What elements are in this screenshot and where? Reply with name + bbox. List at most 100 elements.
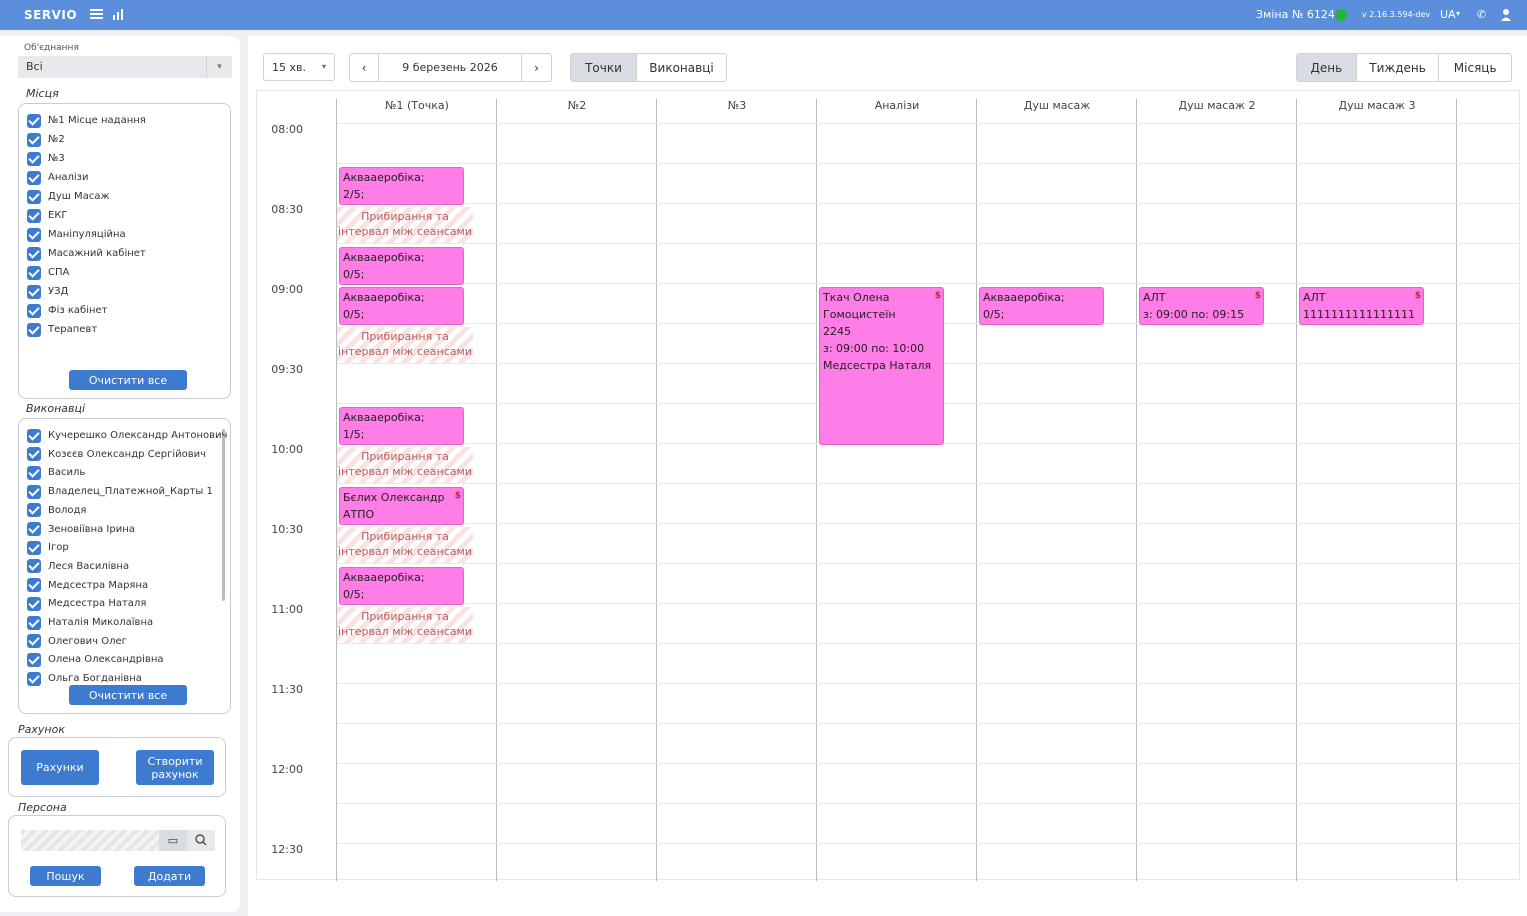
performer-item[interactable]: Леся Василівна [27, 557, 129, 576]
shift-number[interactable]: № 6124 [1292, 8, 1335, 21]
checkbox-checked-icon[interactable] [27, 189, 41, 204]
prev-date-button[interactable]: ‹ [350, 54, 379, 81]
performer-item[interactable]: Олена Олександрівна [27, 650, 163, 669]
place-item[interactable]: Аналізи [27, 168, 89, 187]
checkbox-checked-icon[interactable] [27, 559, 41, 574]
performer-item[interactable]: Наталія Миколаївна [27, 613, 153, 632]
search-icon[interactable] [187, 830, 215, 851]
view-day-tab[interactable]: День [1297, 54, 1357, 81]
checkbox-checked-icon[interactable] [27, 132, 41, 147]
appointment-event[interactable]: Аквааеробіка; 2/5; [339, 167, 464, 205]
place-item[interactable]: Маніпуляційна [27, 225, 126, 244]
clear-places-button[interactable]: Очистити все [69, 370, 187, 390]
checkbox-checked-icon[interactable] [27, 634, 41, 649]
performer-item[interactable]: Зеновіївна Ірина [27, 520, 135, 539]
row-line [337, 283, 1520, 284]
checkbox-checked-icon[interactable] [27, 596, 41, 611]
checkbox-checked-icon[interactable] [27, 540, 41, 555]
performers-scrollbar[interactable] [222, 429, 225, 601]
performer-item-label: Наталія Миколаївна [48, 617, 154, 628]
checkbox-checked-icon[interactable] [27, 322, 41, 337]
chevron-down-icon: ▾ [206, 56, 232, 78]
place-item[interactable]: Терапевт [27, 320, 97, 339]
menu-icon[interactable] [90, 8, 103, 20]
checkbox-checked-icon[interactable] [27, 246, 41, 261]
checkbox-checked-icon[interactable] [27, 465, 41, 480]
place-item[interactable]: №1 Місце надання [27, 111, 146, 130]
appointment-event[interactable]: Бєлих Олександр АТПО $ [339, 487, 464, 525]
time-label: 09:30 [271, 363, 303, 376]
place-item[interactable]: №3 [27, 149, 65, 168]
time-label: 10:00 [271, 443, 303, 456]
place-item[interactable]: УЗД [27, 282, 68, 301]
appointment-event[interactable]: Аквааеробіка; 0/5; [979, 287, 1104, 325]
performer-item[interactable]: Олегович Олег [27, 632, 127, 651]
union-label: Об'єднання [24, 43, 79, 53]
checkbox-checked-icon[interactable] [27, 447, 41, 462]
sidebar: Об'єднання Всі ▾ Місця Очистити все №1 М… [0, 36, 240, 912]
phone-icon[interactable]: ✆ [1477, 8, 1486, 21]
add-button[interactable]: Додати [134, 866, 205, 886]
performer-item[interactable]: Владелец_Платежной_Карты 1 [27, 482, 213, 501]
cleaning-text: Прибирання та [361, 330, 449, 343]
checkbox-checked-icon[interactable] [27, 170, 41, 185]
checkbox-checked-icon[interactable] [27, 208, 41, 223]
create-account-button[interactable]: Створити рахунок [136, 750, 214, 785]
column-header: №1 (Точка) [385, 99, 449, 112]
checkbox-checked-icon[interactable] [27, 303, 41, 318]
place-item-label: Масажний кабінет [48, 248, 146, 259]
checkbox-checked-icon[interactable] [27, 652, 41, 667]
mode-points-tab[interactable]: Точки [571, 54, 637, 81]
checkbox-checked-icon[interactable] [27, 428, 41, 443]
place-item[interactable]: Фіз кабінет [27, 301, 108, 320]
place-item[interactable]: Душ Масаж [27, 187, 109, 206]
appointment-event[interactable]: Аквааеробіка; 1/5; [339, 407, 464, 445]
appointment-event[interactable]: Аквааеробіка; 0/5; [339, 567, 464, 605]
interval-select[interactable]: 15 хв. ▾ [263, 53, 335, 81]
place-item[interactable]: №2 [27, 130, 65, 149]
checkbox-checked-icon[interactable] [27, 503, 41, 518]
view-month-tab[interactable]: Місяць [1439, 54, 1511, 81]
checkbox-checked-icon[interactable] [27, 522, 41, 536]
performer-item[interactable]: Медсестра Наталя [27, 594, 146, 613]
appointment-event[interactable]: АЛТ 1111111111111111 $ [1299, 287, 1424, 325]
search-button[interactable]: Пошук [30, 866, 101, 886]
checkbox-checked-icon[interactable] [27, 265, 41, 280]
checkbox-checked-icon[interactable] [27, 671, 41, 686]
language-select[interactable]: UA [1440, 8, 1456, 21]
next-date-button[interactable]: › [522, 54, 551, 81]
appointment-event[interactable]: Ткач Олена Гомоцистеїн 2245 з: 09:00 по: 10… [819, 287, 944, 445]
performers-box: Очистити все Кучерешко Олександр Антонов… [18, 418, 231, 714]
appointment-event[interactable]: Аквааеробіка; 0/5; [339, 287, 464, 325]
mode-performers-tab[interactable]: Виконавці [637, 54, 726, 81]
cleaning-interval: Прибирання та інтервал між сеансами [337, 327, 473, 363]
card-icon[interactable]: ▭ [159, 830, 187, 851]
user-icon[interactable] [1500, 8, 1512, 21]
performer-item[interactable]: Кучерешко Олександр Антонович [27, 426, 227, 445]
checkbox-checked-icon[interactable] [27, 615, 41, 630]
date-display[interactable]: 9 березень 2026 [379, 54, 522, 81]
place-item[interactable]: ЕКГ [27, 206, 68, 225]
checkbox-checked-icon[interactable] [27, 284, 41, 299]
place-item[interactable]: Масажний кабінет [27, 244, 146, 263]
appointment-event[interactable]: Аквааеробіка; 0/5; [339, 247, 464, 285]
view-week-tab[interactable]: Тиждень [1357, 54, 1440, 81]
event-text: АТПО [343, 508, 375, 521]
checkbox-checked-icon[interactable] [27, 484, 41, 499]
performer-item[interactable]: Медсестра Маряна [27, 576, 148, 595]
person-search-input[interactable] [21, 830, 159, 851]
accounts-button[interactable]: Рахунки [21, 750, 99, 785]
checkbox-checked-icon[interactable] [27, 113, 41, 128]
performer-item[interactable]: Козєєв Олександр Сергійович [27, 445, 206, 464]
place-item[interactable]: СПА [27, 263, 69, 282]
chart-icon[interactable] [112, 8, 125, 20]
union-select[interactable]: Всі ▾ [18, 56, 232, 78]
performer-item[interactable]: Ігор [27, 538, 69, 557]
clear-performers-button[interactable]: Очистити все [69, 685, 187, 705]
appointment-event[interactable]: АЛТ з: 09:00 по: 09:15 $ [1139, 287, 1264, 325]
checkbox-checked-icon[interactable] [27, 227, 41, 242]
checkbox-checked-icon[interactable] [27, 151, 41, 166]
performer-item[interactable]: Володя [27, 501, 86, 520]
performer-item[interactable]: Василь [27, 463, 85, 482]
checkbox-checked-icon[interactable] [27, 578, 41, 593]
